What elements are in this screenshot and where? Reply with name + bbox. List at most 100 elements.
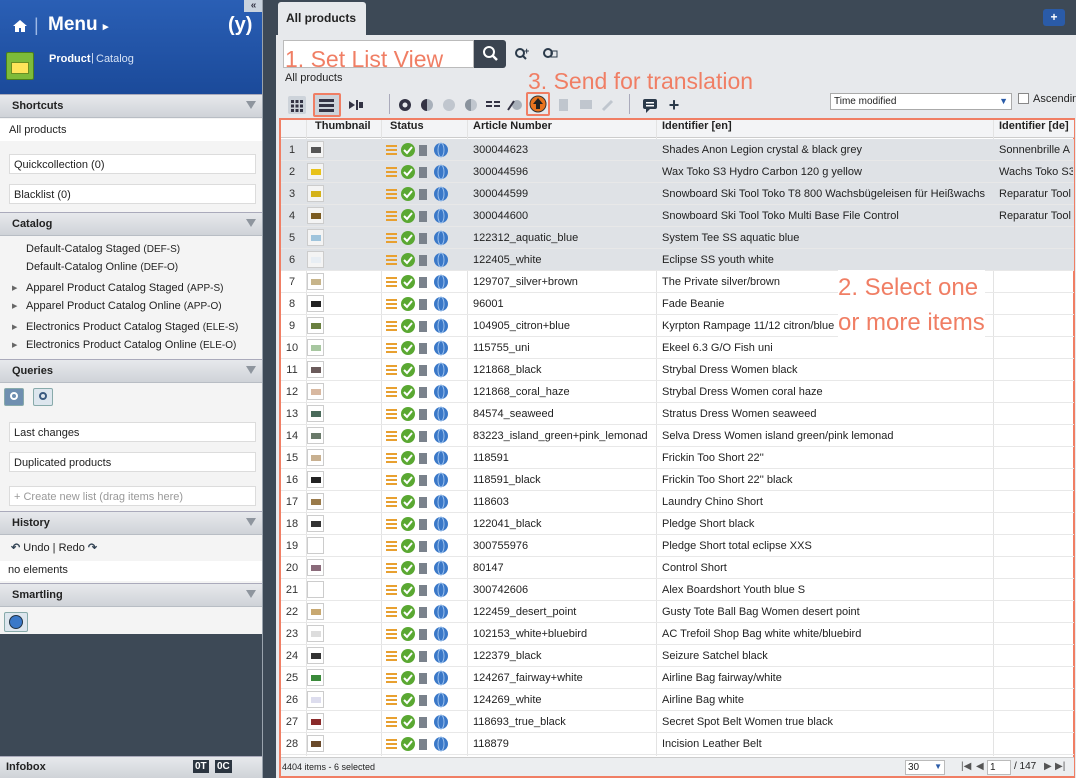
advanced-search-icon[interactable] [541,46,559,62]
last-page-icon[interactable]: ▶| [1055,761,1065,772]
product-thumbnail[interactable] [307,405,324,422]
sync-icon[interactable] [440,96,458,114]
add-item-icon[interactable]: + [665,96,683,114]
catalog-item[interactable]: Electronics Product Catalog Staged (ELE-… [26,321,238,333]
table-row[interactable]: 19 300755976 Pledge Short total eclipse XX… [281,535,1074,557]
queries-header[interactable]: Queries [0,359,262,383]
shortcut-all-products[interactable]: All products [0,119,262,141]
catalog-item[interactable]: Apparel Product Catalog Staged (APP-S) [26,282,224,294]
page-number-input[interactable]: 1 [987,760,1011,775]
table-row[interactable]: 22 122459_desert_point Gusty Tote Ball Bag… [281,601,1074,623]
product-thumbnail[interactable] [307,449,324,466]
table-row[interactable]: 21 300742606 Alex Boardshort Youth blue S [281,579,1074,601]
table-row[interactable]: 5 122312_aquatic_blue System Tee SS aquati… [281,227,1074,249]
expand-icon[interactable]: ▶ [12,302,17,310]
product-thumbnail[interactable] [307,691,324,708]
catalog-item[interactable]: Electronics Product Catalog Online (ELE-… [26,339,236,351]
gear-icon[interactable] [396,96,414,114]
undo-link[interactable]: Undo [23,542,49,554]
table-row[interactable]: 16 118591_black Frickin Too Short 22'' bla… [281,469,1074,491]
first-page-icon[interactable]: |◀ [961,761,971,772]
product-thumbnail[interactable] [307,273,324,290]
expand-icon[interactable]: ▶ [12,323,17,331]
table-row[interactable]: 12 121868_coral_haze Strybal Dress Women c… [281,381,1074,403]
product-thumbnail[interactable] [307,603,324,620]
list-view-button[interactable] [313,93,341,117]
product-thumbnail[interactable] [307,383,324,400]
workflow-icon[interactable] [462,96,480,114]
table-row[interactable]: 23 102153_white+bluebird AC Trefoil Shop B… [281,623,1074,645]
column-header-status[interactable]: Status [390,120,424,132]
assign-icon[interactable] [506,96,524,114]
table-row[interactable]: 15 118591 Frickin Too Short 22'' [281,447,1074,469]
catalog-item[interactable]: Default-Catalog Online (DEF-O) [26,261,178,273]
quickcollection-item[interactable]: Quickcollection (0) [9,154,256,174]
send-for-translation-button[interactable] [526,92,550,116]
search-button[interactable] [474,40,506,68]
menu-button[interactable]: Menu ▸ [48,14,108,36]
product-thumbnail[interactable] [307,141,324,158]
table-row[interactable]: 28 118879 Incision Leather Belt [281,733,1074,755]
catalog-item[interactable]: Apparel Product Catalog Online (APP-O) [26,300,222,312]
table-row[interactable]: 24 122379_black Seizure Satchel black [281,645,1074,667]
expand-icon[interactable]: ▶ [12,284,17,292]
collapse-triangle-icon[interactable] [246,590,256,598]
page-size-select[interactable]: 30 ▼ [905,760,945,775]
history-header[interactable]: History [0,511,262,535]
query-last-changes[interactable]: Last changes [9,422,256,442]
collapse-triangle-icon[interactable] [246,518,256,526]
edit-icon[interactable] [599,96,617,114]
product-thumbnail[interactable] [307,537,324,554]
home-icon[interactable] [12,18,28,34]
nav-catalog-link[interactable]: Catalog [96,53,134,65]
product-thumbnail[interactable] [307,581,324,598]
infobox-badge-tasks[interactable]: 0T [193,760,209,773]
blacklist-item[interactable]: Blacklist (0) [9,184,256,204]
table-row[interactable]: 10 115755_uni Ekeel 6.3 G/O Fish uni [281,337,1074,359]
column-header-identifier-de[interactable]: Identifier [de] [999,120,1069,132]
table-row[interactable]: 27 118693_true_black Secret Spot Belt Wome… [281,711,1074,733]
table-row[interactable]: 26 124269_white Airline Bag white [281,689,1074,711]
product-thumbnail[interactable] [307,229,324,246]
table-row[interactable]: 3 300044599 Snowboard Ski Tool Toko T8 800… [281,183,1074,205]
product-thumbnail[interactable] [307,427,324,444]
grid-view-icon[interactable] [288,96,306,114]
simple-search-icon[interactable] [4,388,24,406]
comment-icon[interactable] [641,96,659,114]
sort-select[interactable]: Time modified ▼ [830,93,1012,110]
table-row[interactable]: 2 300044596 Wax Toko S3 Hydro Carbon 120 g… [281,161,1074,183]
column-header-article-number[interactable]: Article Number [473,120,552,132]
query-duplicated-products[interactable]: Duplicated products [9,452,256,472]
product-thumbnail[interactable] [307,207,324,224]
column-header-thumbnail[interactable]: Thumbnail [315,120,371,132]
table-row[interactable]: 14 83223_island_green+pink_lemonad Selva D… [281,425,1074,447]
advanced-search-icon[interactable] [33,388,53,406]
column-header-identifier-en[interactable]: Identifier [en] [662,120,732,132]
collapse-panel-button[interactable]: « [244,0,262,12]
tab-all-products[interactable]: All products [278,2,366,36]
product-thumbnail[interactable] [307,471,324,488]
table-row[interactable]: 18 122041_black Pledge Short black [281,513,1074,535]
compare-view-icon[interactable] [346,96,364,114]
collapse-triangle-icon[interactable] [246,366,256,374]
product-thumbnail[interactable] [307,559,324,576]
product-thumbnail[interactable] [307,713,324,730]
catalog-item[interactable]: Default-Catalog Staged (DEF-S) [26,243,180,255]
product-thumbnail[interactable] [307,647,324,664]
create-list-dropzone[interactable]: + Create new list (drag items here) [9,486,256,506]
table-row[interactable]: 20 80147 Control Short [281,557,1074,579]
product-thumbnail[interactable] [307,361,324,378]
undo-icon[interactable]: ↶ [11,542,20,554]
expand-icon[interactable]: ▶ [12,341,17,349]
globe-icon[interactable] [4,612,28,632]
collapse-triangle-icon[interactable] [246,219,256,227]
product-thumbnail[interactable] [307,251,324,268]
shortcuts-header[interactable]: Shortcuts [0,94,262,118]
product-thumbnail[interactable] [307,317,324,334]
product-thumbnail[interactable] [307,625,324,642]
copy-icon[interactable] [555,96,573,114]
table-row[interactable]: 6 122405_white Eclipse SS youth white [281,249,1074,271]
product-thumbnail[interactable] [307,669,324,686]
table-row[interactable]: 11 121868_black Strybal Dress Women black [281,359,1074,381]
product-thumbnail[interactable] [307,295,324,312]
